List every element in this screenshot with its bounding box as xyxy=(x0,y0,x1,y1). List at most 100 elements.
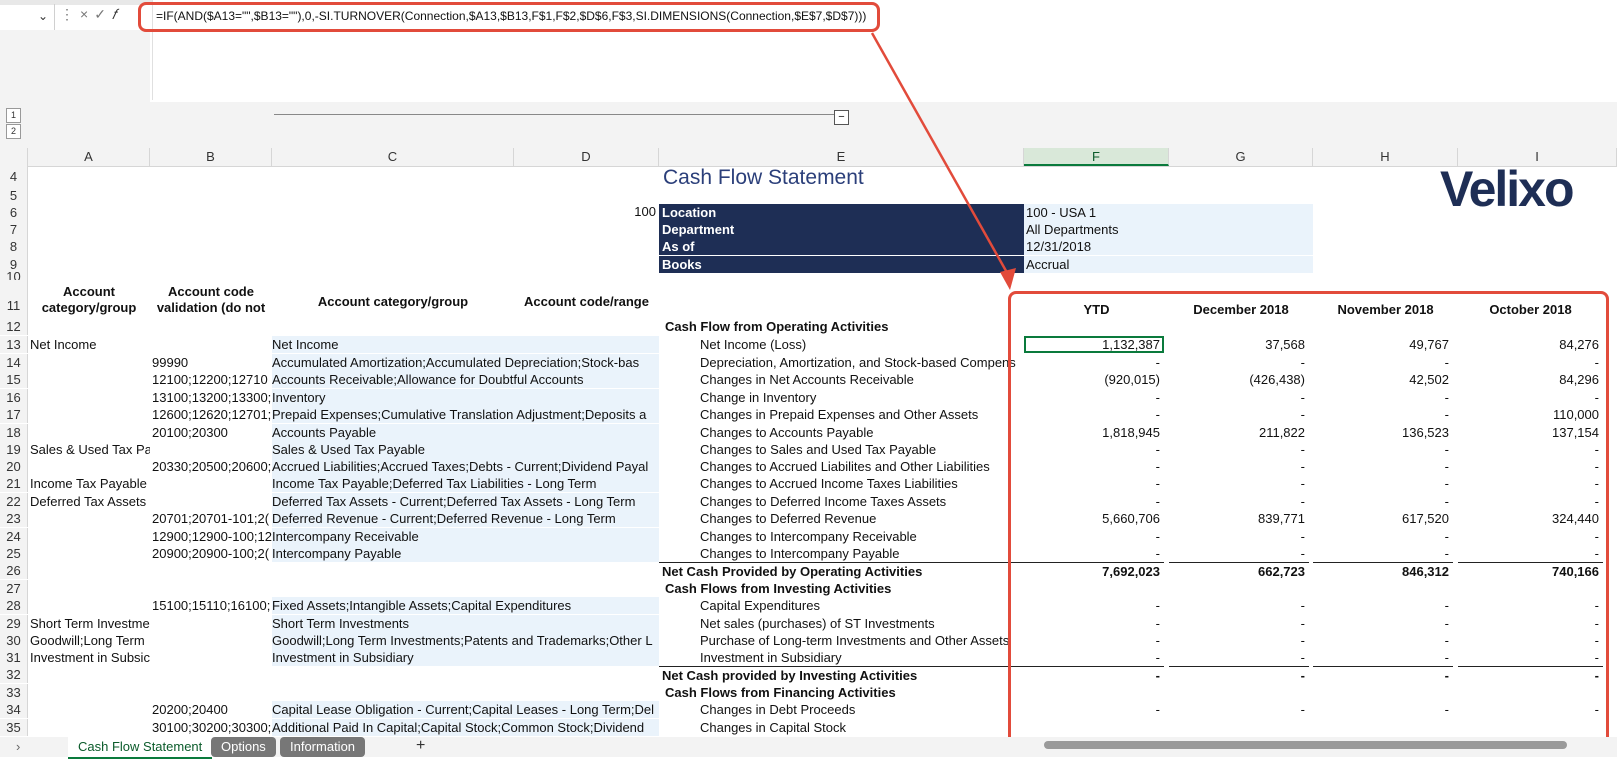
col-header-g[interactable]: G xyxy=(1169,148,1313,166)
row-header[interactable]: 12 xyxy=(0,318,28,335)
outline-level-1[interactable]: 1 xyxy=(6,108,21,123)
row-header[interactable]: 28 xyxy=(0,597,28,614)
cell-a17[interactable] xyxy=(30,406,150,423)
cell-c34[interactable]: Capital Lease Obligation - Current;Capit… xyxy=(272,701,659,718)
cell-b16[interactable]: 13100;13200;13300; xyxy=(152,389,272,406)
row-header[interactable]: 26 xyxy=(0,562,28,579)
cell-a24[interactable] xyxy=(30,528,150,545)
col-header-b[interactable]: B xyxy=(150,148,272,166)
cell-c14[interactable]: Accumulated Amortization;Accumulated Dep… xyxy=(272,354,659,371)
cell-e22[interactable]: Changes to Deferred Income Taxes Assets xyxy=(700,493,1024,510)
cell-c35[interactable]: Additional Paid In Capital;Capital Stock… xyxy=(272,719,659,736)
cell-c24[interactable]: Intercompany Receivable xyxy=(272,528,659,545)
col-header-a[interactable]: A xyxy=(28,148,150,166)
cell-e29[interactable]: Net sales (purchases) of ST Investments xyxy=(700,615,1024,632)
cell-b18[interactable]: 20100;20300 xyxy=(152,424,272,441)
cell-e21[interactable]: Changes to Accrued Income Taxes Liabilit… xyxy=(700,475,1024,492)
cell-c12[interactable] xyxy=(272,318,659,335)
col-header-d[interactable]: D xyxy=(514,148,659,166)
row-header[interactable]: 18 xyxy=(0,424,28,441)
cell-e25[interactable]: Changes to Intercompany Payable xyxy=(700,545,1024,562)
cell-b12[interactable] xyxy=(152,318,272,335)
cell-e17[interactable]: Changes in Prepaid Expenses and Other As… xyxy=(700,406,1024,423)
cell-c18[interactable]: Accounts Payable xyxy=(272,424,659,441)
header-a[interactable]: Account category/group xyxy=(28,284,150,316)
param-value[interactable]: All Departments xyxy=(1024,221,1313,238)
row-header[interactable]: 16 xyxy=(0,389,28,406)
param-value[interactable]: Accrual xyxy=(1024,256,1313,273)
cell-c32[interactable] xyxy=(272,666,659,683)
name-box[interactable]: ⌄ xyxy=(0,4,55,30)
cell-c29[interactable]: Short Term Investments xyxy=(272,615,659,632)
cell-c17[interactable]: Prepaid Expenses;Cumulative Translation … xyxy=(272,406,659,423)
cell-b30[interactable] xyxy=(152,632,272,649)
cell-b13[interactable] xyxy=(152,336,272,353)
cell-c28[interactable]: Fixed Assets;Intangible Assets;Capital E… xyxy=(272,597,659,614)
scrollbar-thumb[interactable] xyxy=(1044,741,1567,749)
function-icon[interactable]: 𝑓 xyxy=(112,8,122,23)
outline-collapse-button[interactable]: − xyxy=(834,110,849,125)
cell-a23[interactable] xyxy=(30,510,150,527)
row-header[interactable]: 15 xyxy=(0,371,28,388)
cell-e28[interactable]: Capital Expenditures xyxy=(700,597,1024,614)
cell-c31[interactable]: Investment in Subsidiary xyxy=(272,649,659,666)
row-header[interactable]: 27 xyxy=(0,580,28,597)
tab-options[interactable]: Options xyxy=(211,737,276,757)
cell-a25[interactable] xyxy=(30,545,150,562)
row-header[interactable]: 22 xyxy=(0,493,28,510)
cell-e23[interactable]: Changes to Deferred Revenue xyxy=(700,510,1024,527)
cell-e31[interactable]: Investment in Subsidiary xyxy=(700,649,1024,666)
cell-e20[interactable]: Changes to Accrued Liabilites and Other … xyxy=(700,458,1024,475)
row-header[interactable]: 11 xyxy=(0,280,28,318)
row-header[interactable]: 6 xyxy=(0,204,28,221)
enter-icon[interactable]: ✓ xyxy=(94,6,112,22)
cell-a12[interactable] xyxy=(30,318,150,335)
cell-e14[interactable]: Depreciation, Amortization, and Stock-ba… xyxy=(700,354,1024,371)
cell-c33[interactable] xyxy=(272,684,659,701)
cell-b33[interactable] xyxy=(152,684,272,701)
cell-c23[interactable]: Deferred Revenue - Current;Deferred Reve… xyxy=(272,510,659,527)
row-header[interactable]: 21 xyxy=(0,475,28,492)
header-b[interactable]: Account code validation (do not xyxy=(150,284,272,318)
cell-b26[interactable] xyxy=(152,562,272,579)
row-header[interactable]: 17 xyxy=(0,406,28,423)
col-header-c[interactable]: C xyxy=(272,148,514,166)
cell-a29[interactable]: Short Term Investme xyxy=(30,615,150,632)
cell-e27[interactable]: Cash Flows from Investing Activities xyxy=(662,580,1024,597)
header-c[interactable]: Account category/group xyxy=(272,294,514,309)
row-header[interactable]: 20 xyxy=(0,458,28,475)
cancel-icon[interactable]: × xyxy=(80,6,94,22)
row-header[interactable]: 32 xyxy=(0,666,28,683)
cell-c25[interactable]: Intercompany Payable xyxy=(272,545,659,562)
cell-b25[interactable]: 20900;20900-100;2( xyxy=(152,545,272,562)
cell-a31[interactable]: Investment in Subsic xyxy=(30,649,150,666)
cell-a34[interactable] xyxy=(30,701,150,718)
row-header[interactable]: 24 xyxy=(0,528,28,545)
cell-a33[interactable] xyxy=(30,684,150,701)
cell-a13[interactable]: Net Income xyxy=(30,336,150,353)
cell-b35[interactable]: 30100;30200;30300; xyxy=(152,719,272,736)
d6-value[interactable]: 100 xyxy=(600,204,656,219)
cell-e16[interactable]: Change in Inventory xyxy=(700,389,1024,406)
cell-b17[interactable]: 12600;12620;12701; xyxy=(152,406,272,423)
cell-b29[interactable] xyxy=(152,615,272,632)
cell-a32[interactable] xyxy=(30,666,150,683)
cell-a21[interactable]: Income Tax Payable xyxy=(30,475,150,492)
cell-e15[interactable]: Changes in Net Accounts Receivable xyxy=(700,371,1024,388)
row-header[interactable]: 33 xyxy=(0,684,28,701)
col-header-f[interactable]: F xyxy=(1024,148,1169,166)
cell-a16[interactable] xyxy=(30,389,150,406)
chevron-down-icon[interactable]: ⌄ xyxy=(38,9,48,23)
cell-b14[interactable]: 99990 xyxy=(152,354,272,371)
cell-a28[interactable] xyxy=(30,597,150,614)
tab-cash-flow-statement[interactable]: Cash Flow Statement xyxy=(68,737,213,759)
cell-b21[interactable] xyxy=(152,475,272,492)
cell-a26[interactable] xyxy=(30,562,150,579)
cell-b23[interactable]: 20701;20701-101;2( xyxy=(152,510,272,527)
row-header[interactable]: 31 xyxy=(0,649,28,666)
row-header[interactable]: 7 xyxy=(0,221,28,238)
cell-c30[interactable]: Goodwill;Long Term Investments;Patents a… xyxy=(272,632,659,649)
row-header[interactable]: 14 xyxy=(0,354,28,371)
cell-c22[interactable]: Deferred Tax Assets - Current;Deferred T… xyxy=(272,493,659,510)
row-header[interactable]: 13 xyxy=(0,336,28,353)
